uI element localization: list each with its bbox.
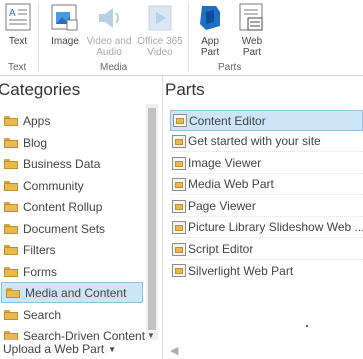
web-part-item-icon [173, 114, 187, 127]
category-label: Search-Driven Content [23, 328, 146, 341]
text-box-icon: A [2, 2, 34, 34]
chevron-down-icon: ▼ [108, 344, 117, 354]
web-part-item-icon [172, 199, 186, 213]
text-button-label: Text [8, 36, 28, 47]
video-audio-label-2: Audio [96, 47, 122, 58]
back-arrow-icon[interactable]: ◀ [170, 344, 178, 357]
category-item[interactable]: Business Data [0, 153, 146, 174]
categories-heading: Categories [0, 80, 81, 99]
web-part-icon [236, 2, 268, 34]
upload-web-part-label: Upload a Web Part [3, 342, 105, 356]
scroll-down-icon[interactable]: ▼ [147, 331, 155, 340]
category-item[interactable]: Filters [0, 239, 146, 260]
part-label: Get started with your site [188, 134, 321, 148]
folder-icon [6, 287, 20, 298]
part-label: Picture Library Slideshow Web ... [188, 220, 363, 234]
part-label: Media Web Part [188, 177, 274, 191]
web-part-item-icon [172, 264, 186, 277]
office-video-label-1: Office 365 [137, 36, 183, 47]
app-part-button[interactable]: App Part [195, 0, 225, 58]
categories-list: Apps Blog Business Data Community Conten… [0, 104, 158, 340]
web-part-item-icon [172, 134, 186, 148]
web-part-label-1: Web [241, 36, 263, 47]
folder-icon [4, 244, 18, 255]
office-video-icon [144, 2, 176, 34]
folder-icon [4, 266, 18, 277]
scrollbar-thumb[interactable] [148, 108, 156, 330]
folder-icon [4, 201, 18, 212]
upload-web-part-button[interactable]: Upload a Web Part ▼ [3, 342, 116, 356]
categories-scrollbar[interactable]: ▼ [146, 104, 158, 340]
web-part-item-icon [172, 242, 186, 256]
parts-heading: Parts [165, 80, 205, 99]
web-part-item-icon [172, 156, 186, 170]
part-item[interactable]: Media Web Part [170, 174, 363, 195]
category-item[interactable]: Apps [0, 110, 146, 131]
group-label-media: Media [100, 62, 128, 73]
category-label: Blog [23, 135, 48, 150]
category-label: Forms [23, 264, 57, 279]
ribbon: A Text Image Video and Audio Office 365 … [0, 0, 363, 76]
part-item-selected[interactable]: Content Editor [170, 110, 363, 131]
folder-icon [4, 137, 18, 148]
category-label: Document Sets [23, 221, 106, 236]
category-label: Content Rollup [23, 199, 103, 214]
category-label: Community [23, 178, 84, 193]
folder-icon [4, 180, 18, 191]
image-button[interactable]: Image [50, 0, 80, 47]
folder-icon [4, 330, 18, 340]
category-item[interactable]: Document Sets [0, 218, 146, 239]
category-label: Filters [23, 242, 56, 257]
app-part-icon [194, 2, 226, 34]
category-item[interactable]: Search-Driven Content [0, 325, 146, 340]
group-label-text: Text [8, 62, 27, 73]
web-part-label-2: Part [242, 47, 262, 58]
web-part-item-icon [172, 220, 186, 234]
part-label: Script Editor [188, 242, 254, 256]
category-item[interactable]: Community [0, 175, 146, 196]
image-button-label: Image [51, 36, 79, 47]
category-item[interactable]: Forms [0, 261, 146, 282]
folder-icon [4, 223, 18, 234]
category-label: Apps [23, 113, 51, 128]
office-video-label-2: Video [147, 47, 173, 58]
svg-text:A: A [9, 8, 16, 19]
part-item[interactable]: Silverlight Web Part [170, 260, 363, 281]
group-separator [38, 2, 39, 72]
category-item[interactable]: Blog [0, 132, 146, 153]
text-button[interactable]: A Text [2, 0, 34, 47]
group-separator [188, 2, 189, 72]
part-item[interactable]: Image Viewer [170, 153, 363, 174]
category-item[interactable]: Content Rollup [0, 196, 146, 217]
category-label: Search [23, 307, 62, 322]
office-365-video-button[interactable]: Office 365 Video [136, 0, 184, 58]
video-and-audio-button[interactable]: Video and Audio [86, 0, 132, 58]
folder-icon [4, 309, 18, 320]
category-label: Business Data [23, 156, 101, 171]
app-part-label-1: App [201, 36, 219, 47]
folder-icon [4, 115, 18, 126]
web-part-item-icon [172, 177, 186, 191]
cursor-dot [306, 325, 308, 327]
speaker-icon [93, 2, 125, 34]
part-item[interactable]: Get started with your site [170, 131, 363, 152]
pane-divider [162, 76, 163, 359]
folder-icon [4, 158, 18, 169]
category-label: Media and Content [25, 285, 127, 300]
category-item-selected[interactable]: Media and Content [1, 282, 143, 303]
part-item[interactable]: Page Viewer [170, 196, 363, 217]
part-label: Page Viewer [188, 199, 256, 213]
part-item[interactable]: Script Editor [170, 239, 363, 260]
app-part-label-2: Part [200, 47, 220, 58]
part-label: Content Editor [189, 113, 266, 128]
web-part-button[interactable]: Web Part [236, 0, 268, 58]
part-item[interactable]: Picture Library Slideshow Web ... [170, 217, 363, 238]
group-label-parts: Parts [218, 62, 242, 73]
part-label: Image Viewer [188, 156, 262, 170]
video-audio-label-1: Video and [86, 36, 132, 47]
category-item[interactable]: Search [0, 304, 146, 325]
image-icon [49, 2, 81, 34]
part-label: Silverlight Web Part [188, 263, 294, 278]
